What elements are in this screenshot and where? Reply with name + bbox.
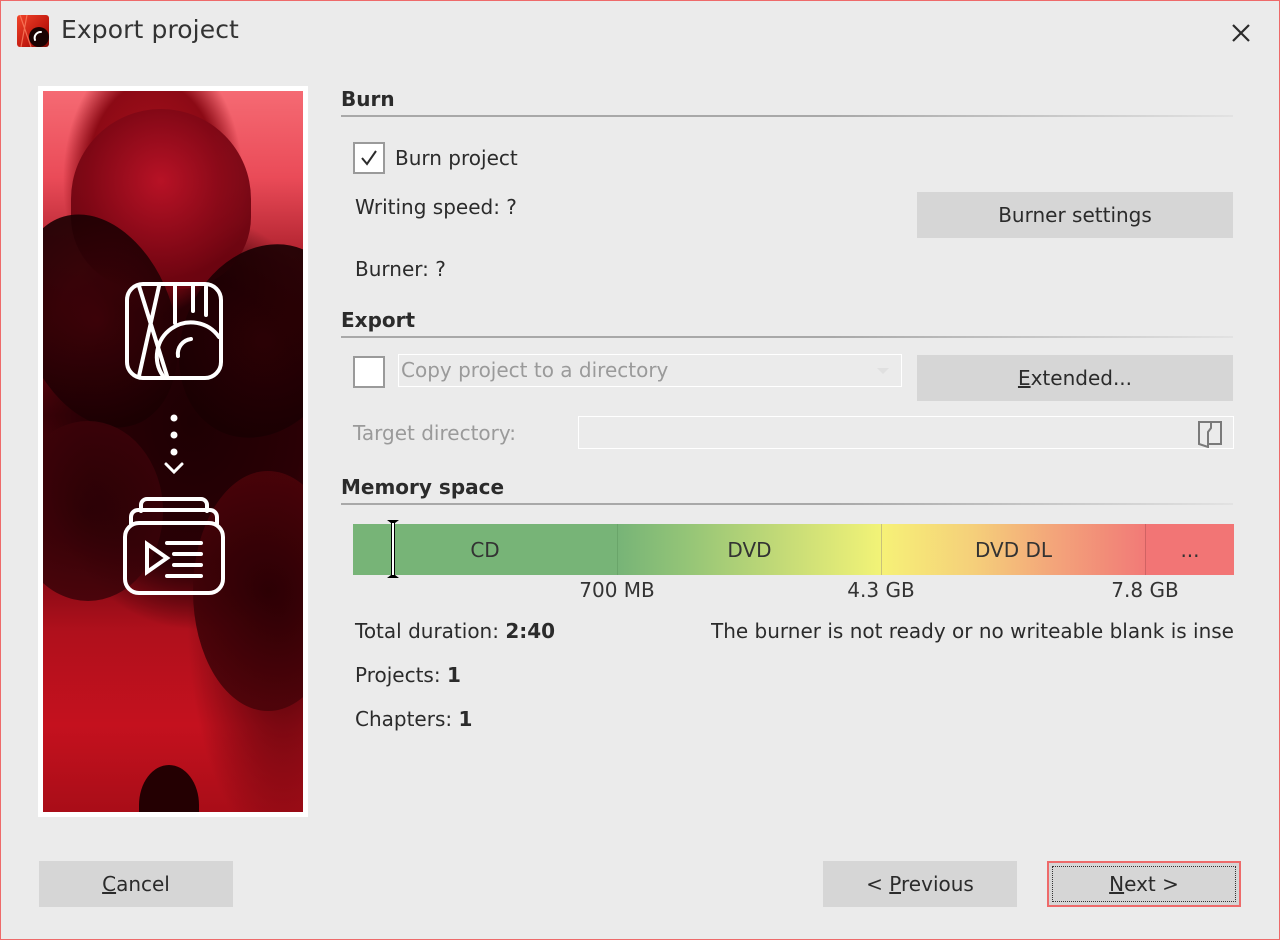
flower-background-image [43, 91, 303, 812]
projects-count: Projects: 1 [355, 663, 461, 687]
burn-project-checkbox[interactable] [353, 142, 385, 174]
memory-section-divider [341, 503, 1233, 505]
extended-button-label: Extended... [1017, 366, 1133, 390]
segment-dvd-dl: DVD DL [881, 524, 1145, 575]
cancel-button[interactable]: Cancel [39, 861, 233, 907]
next-button[interactable]: Next > [1047, 861, 1241, 907]
writing-speed-label: Writing speed: ? [355, 195, 517, 219]
burn-project-label: Burn project [395, 146, 518, 170]
segment-dvd: DVD [617, 524, 881, 575]
checkmark-icon [361, 150, 377, 166]
total-duration-label: Total duration: [355, 619, 506, 643]
copy-project-checkbox[interactable] [353, 356, 385, 388]
chapters-label: Chapters: [355, 707, 459, 731]
dotted-arrow-down-icon [164, 414, 184, 475]
copy-mode-dropdown[interactable]: Copy project to a directory [398, 354, 902, 387]
export-project-dialog: Export project Burn Burn project Writing… [0, 0, 1280, 940]
export-flow-illustration [123, 282, 225, 595]
side-image-panel [38, 86, 308, 817]
capacity-label-dvd: 4.3 GB [847, 578, 915, 602]
chevron-down-icon [877, 368, 889, 374]
project-logo-icon [125, 282, 223, 380]
burner-settings-button[interactable]: Burner settings [917, 192, 1233, 238]
previous-button[interactable]: < Previous [823, 861, 1017, 907]
chapters-count: Chapters: 1 [355, 707, 472, 731]
capacity-label-dvd-dl: 7.8 GB [1111, 578, 1179, 602]
close-button[interactable] [1223, 15, 1259, 51]
export-section-title: Export [341, 308, 416, 332]
chapters-value: 1 [458, 707, 473, 731]
close-icon [1232, 24, 1250, 42]
burner-settings-button-label: Burner settings [998, 203, 1152, 227]
window-title: Export project [61, 15, 239, 44]
burn-section-title: Burn [341, 87, 395, 111]
segment-more: ... [1145, 524, 1234, 575]
burn-section-divider [341, 115, 1233, 117]
title-bar: Export project [1, 1, 1279, 63]
focus-ring [1052, 866, 1236, 902]
total-duration: Total duration: 2:40 [355, 619, 555, 643]
copy-mode-dropdown-value: Copy project to a directory [401, 358, 669, 382]
folder-open-icon[interactable] [1197, 420, 1223, 448]
projects-label: Projects: [355, 663, 447, 687]
previous-button-label: < Previous [866, 872, 974, 896]
export-section-divider [341, 336, 1233, 338]
capacity-label-cd: 700 MB [579, 578, 655, 602]
target-directory-label: Target directory: [353, 421, 516, 445]
target-directory-input[interactable] [578, 416, 1234, 449]
memory-usage-bar: CD DVD DVD DL ... [353, 524, 1234, 575]
projects-value: 1 [446, 663, 461, 687]
cancel-button-label: Cancel [102, 872, 170, 896]
extended-button[interactable]: Extended... [917, 355, 1233, 401]
app-logo-icon [17, 15, 49, 47]
memory-section-title: Memory space [341, 475, 505, 499]
burner-label: Burner: ? [355, 257, 446, 281]
usage-marker [386, 520, 399, 578]
total-duration-value: 2:40 [505, 619, 556, 643]
media-stack-play-icon [123, 497, 225, 595]
burner-status-message: The burner is not ready or no writeable … [711, 619, 1233, 643]
